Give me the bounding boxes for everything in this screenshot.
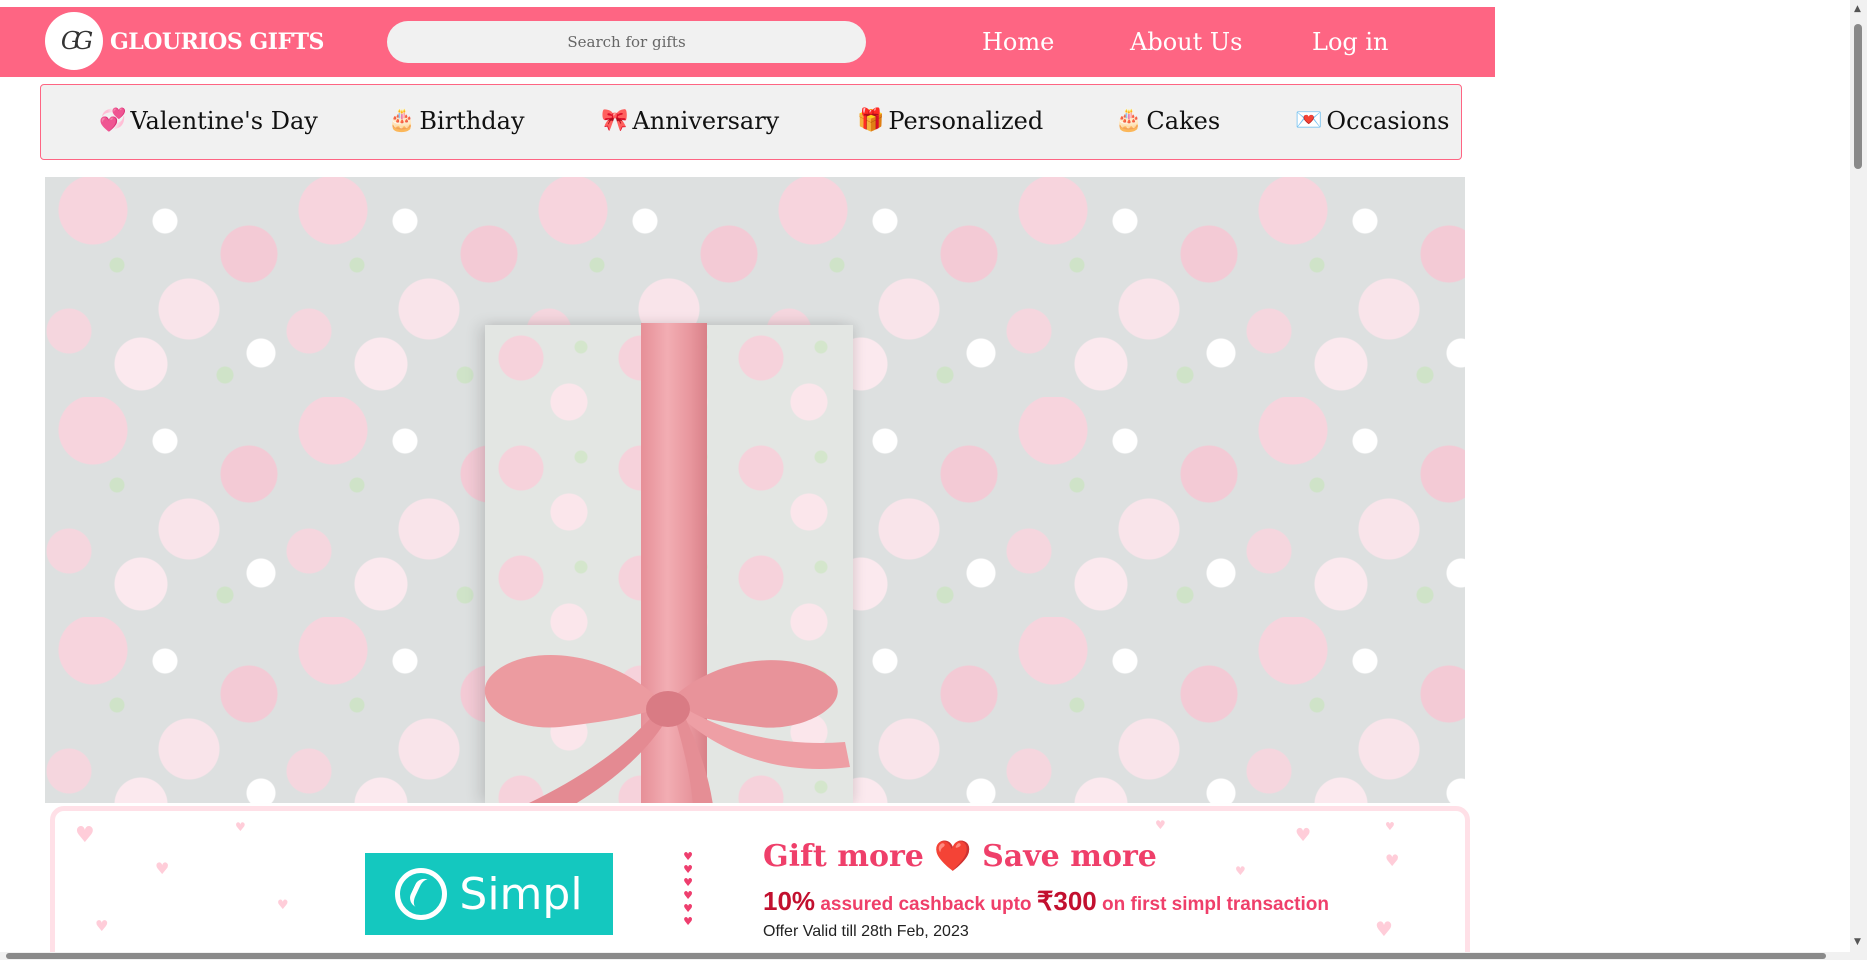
heart-icon: ♥ (1375, 917, 1393, 941)
category-birthday[interactable]: 🎂 Birthday (388, 107, 525, 135)
category-label: Birthday (419, 107, 525, 135)
heart-icon: ♥ (155, 859, 170, 878)
vertical-scrollbar[interactable]: ▲ ▼ (1850, 0, 1867, 960)
scrollbar-thumb[interactable] (1854, 24, 1862, 169)
hearts-icon: 💞 (99, 108, 127, 133)
heart-icon: ♥ (1385, 851, 1400, 870)
category-label: Occasions (1326, 107, 1450, 135)
heart-icon: ♥ (75, 823, 95, 848)
scroll-up-icon[interactable]: ▲ (1854, 4, 1861, 14)
category-personalized[interactable]: 🎁 Personalized (857, 107, 1043, 135)
cake-icon: 🎂 (388, 108, 416, 133)
category-bar: 💞 Valentine's Day 🎂 Birthday 🎀 Anniversa… (40, 84, 1462, 160)
category-valentines-day[interactable]: 💞 Valentine's Day (99, 107, 318, 135)
promo-title: Gift more ❤️ Save more (763, 839, 1157, 874)
promo-banner[interactable]: ♥ ♥ ♥ ♥ ♥ ♥ ♥ ♥ ♥ ♥ ♥ Simpl ♥ ♥ ♥ ♥ ♥ ♥ Gift … (50, 806, 1470, 960)
category-label: Personalized (888, 107, 1044, 135)
promo-valid-text: Offer Valid till 28th Feb, 2023 (763, 923, 969, 940)
simpl-mark-icon (395, 868, 448, 920)
hero-banner-image[interactable] (45, 177, 1465, 803)
category-occasions[interactable]: 💌 Occasions (1295, 107, 1450, 135)
nav-home-link[interactable]: Home (982, 28, 1054, 56)
scroll-down-icon[interactable]: ▼ (1854, 937, 1861, 947)
category-label: Valentine's Day (130, 107, 318, 135)
category-label: Anniversary (632, 107, 780, 135)
search-input[interactable]: Search for gifts (387, 21, 866, 63)
category-cakes[interactable]: 🎂 Cakes (1115, 107, 1220, 135)
category-label: Cakes (1146, 107, 1221, 135)
heart-icon: ♥ (1385, 820, 1395, 833)
heart-divider: ♥ ♥ ♥ ♥ ♥ ♥ (683, 850, 693, 928)
scrollbar-thumb[interactable] (6, 953, 1826, 959)
heart-icon: ♥ (1295, 825, 1312, 846)
nav-login-link[interactable]: Log in (1312, 28, 1389, 56)
heart-icon: ♥ (1155, 818, 1166, 832)
horizontal-scrollbar[interactable] (0, 952, 1850, 960)
heart-icon: ♥ (1235, 864, 1246, 878)
nav-about-link[interactable]: About Us (1130, 28, 1242, 56)
brand-name[interactable]: GLOURIOS GIFTS (110, 29, 324, 55)
heart-icon: ♥ (235, 820, 246, 834)
category-anniversary[interactable]: 🎀 Anniversary (601, 107, 779, 135)
ribbon-icon: 🎀 (601, 108, 629, 133)
simpl-logo: Simpl (365, 853, 613, 935)
love-letter-icon: 💌 (1295, 108, 1323, 133)
top-header: GG GLOURIOS GIFTS Search for gifts Home … (0, 7, 1495, 77)
promo-cashback-text: 10% assured cashback upto ₹300 on first … (763, 886, 1329, 916)
heart-icon: ♥ (95, 917, 109, 935)
logo-icon[interactable]: GG (45, 12, 103, 70)
heart-icon: ❤️ (934, 839, 972, 874)
gift-icon: 🎁 (857, 108, 885, 133)
simpl-logo-text: Simpl (459, 868, 583, 920)
ribbon-bow-icon (484, 655, 850, 803)
cake-icon: 🎂 (1115, 108, 1143, 133)
heart-icon: ♥ (277, 898, 289, 913)
